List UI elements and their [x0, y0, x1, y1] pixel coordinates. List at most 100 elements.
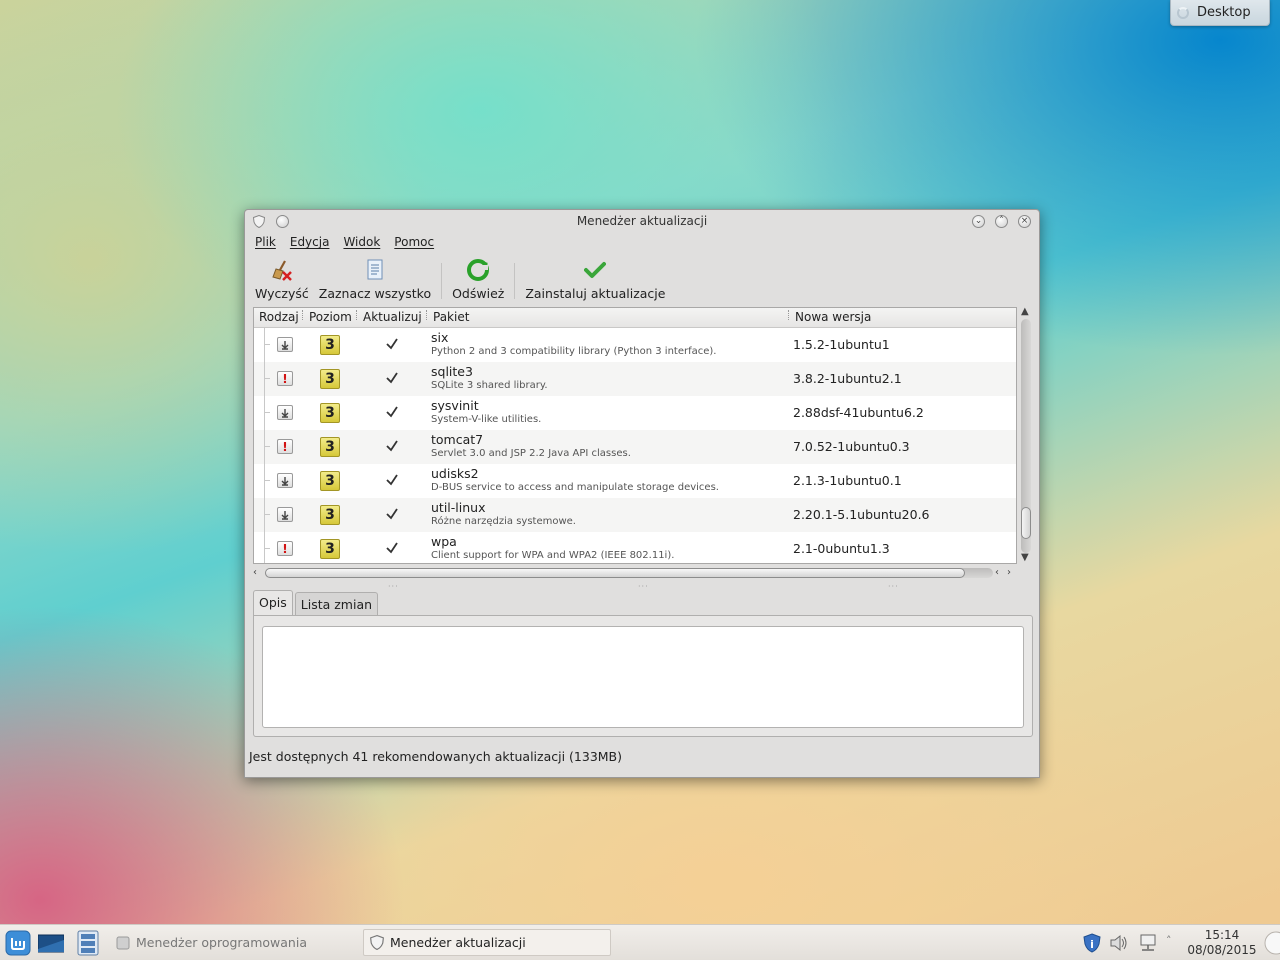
install-updates-button[interactable]: Zainstaluj aktualizacje [521, 257, 669, 301]
clock-date: 08/08/2015 [1187, 943, 1257, 957]
column-nowa-wersja[interactable]: Nowa wersja [795, 310, 871, 324]
column-separator [302, 310, 304, 320]
tree-branch [264, 344, 270, 345]
table-row[interactable]: 3 udisks2 D-BUS service to access and mani… [254, 464, 1016, 498]
update-checkbox[interactable] [384, 404, 400, 420]
scroll-down-arrow-icon[interactable]: ▼ [1021, 553, 1029, 563]
updates-list[interactable]: Rodzaj Poziom Aktualizuj Pakiet Nowa wer… [253, 307, 1017, 564]
package-new-version: 2.1.3-1ubuntu0.1 [793, 473, 902, 488]
tab-lista-zmian[interactable]: Lista zmian [294, 592, 379, 616]
package-name: udisks2 [431, 466, 479, 481]
update-manager-window: Menedżer aktualizacji ⌄ ˄ × Plik Edycja … [244, 209, 1040, 778]
show-desktop-icon[interactable] [38, 930, 64, 956]
menu-widok[interactable]: Widok [343, 235, 380, 253]
description-text-area[interactable] [262, 626, 1024, 728]
package-description: Client support for WPA and WPA2 (IEEE 80… [431, 550, 675, 561]
task-update-manager[interactable]: Menedżer aktualizacji [363, 929, 611, 956]
update-checkbox[interactable] [384, 540, 400, 556]
clear-button[interactable]: Wyczyść [251, 257, 313, 301]
table-row[interactable]: ! 3 wpa Client support for WPA and WPA2 (IE… [254, 532, 1016, 563]
list-header: Rodzaj Poziom Aktualizuj Pakiet Nowa wer… [254, 308, 1016, 328]
column-aktualizuj[interactable]: Aktualizuj [363, 310, 422, 324]
clock[interactable]: 15:14 08/08/2015 [1186, 928, 1258, 958]
column-separator [426, 310, 428, 320]
level-badge: 3 [320, 335, 340, 355]
horizontal-scrollbar[interactable]: ‹ ‹ › [253, 566, 1019, 580]
table-row[interactable]: 3 sysvinit System-V-like utilities. 2.88dsf… [254, 396, 1016, 430]
package-name: tomcat7 [431, 432, 484, 447]
package-update-icon [277, 405, 293, 420]
refresh-button[interactable]: Odśwież [448, 257, 508, 301]
tab-opis[interactable]: Opis [253, 590, 293, 616]
menu-plik[interactable]: Plik [255, 235, 276, 253]
package-new-version: 1.5.2-1ubuntu1 [793, 337, 890, 352]
maximize-button[interactable]: ˄ [995, 215, 1008, 228]
tree-line [264, 362, 265, 396]
table-row[interactable]: 3 util-linux Różne narzędzia systemowe. 2.2… [254, 498, 1016, 532]
scroll-right-arrow-icon[interactable]: › [1007, 568, 1011, 578]
table-row[interactable]: ! 3 tomcat7 Servlet 3.0 and JSP 2.2 Java AP… [254, 430, 1016, 464]
mint-menu-icon[interactable] [5, 930, 31, 956]
tray-expand-icon[interactable]: ˄ [1166, 934, 1172, 947]
package-description: Servlet 3.0 and JSP 2.2 Java API classes… [431, 448, 631, 459]
desktop-widget-label: Desktop [1197, 5, 1251, 20]
close-button[interactable]: × [1018, 215, 1031, 228]
scroll-up-arrow-icon[interactable]: ▲ [1021, 307, 1029, 317]
select-all-button[interactable]: Zaznacz wszystko [315, 257, 435, 301]
update-checkbox[interactable] [384, 336, 400, 352]
package-update-icon [277, 507, 293, 522]
titlebar[interactable]: Menedżer aktualizacji ⌄ ˄ × [245, 210, 1039, 233]
tree-branch [264, 548, 270, 549]
update-checkbox[interactable] [384, 438, 400, 454]
splitter-handle[interactable]: ··· [638, 582, 649, 591]
update-checkbox[interactable] [384, 370, 400, 386]
tree-line [264, 430, 265, 464]
volume-icon[interactable] [1109, 933, 1129, 953]
update-checkbox[interactable] [384, 472, 400, 488]
refresh-label: Odśwież [452, 286, 505, 301]
network-icon[interactable] [1138, 933, 1158, 953]
menubar: Plik Edycja Widok Pomoc [255, 235, 434, 253]
minimize-button[interactable]: ⌄ [972, 215, 985, 228]
package-new-version: 2.20.1-5.1ubuntu20.6 [793, 507, 930, 522]
update-checkbox[interactable] [384, 506, 400, 522]
clear-label: Wyczyść [255, 286, 309, 301]
package-name: six [431, 330, 449, 345]
tab-panel [253, 615, 1033, 737]
menu-edycja[interactable]: Edycja [290, 235, 330, 253]
clock-time: 15:14 [1204, 928, 1240, 942]
package-description: Różne narzędzia systemowe. [431, 516, 576, 527]
tree-line [264, 464, 265, 498]
package-update-icon [277, 473, 293, 488]
file-manager-icon[interactable] [75, 930, 101, 956]
toolbar-separator-2 [514, 263, 516, 299]
task-software-manager[interactable]: Menedżer oprogramowania [110, 929, 355, 956]
package-name: wpa [431, 534, 457, 549]
update-shield-info-icon[interactable]: i [1082, 933, 1102, 953]
table-row[interactable]: ! 3 sqlite3 SQLite 3 shared library. 3.8.2-1… [254, 362, 1016, 396]
vertical-scroll-thumb[interactable] [1021, 507, 1031, 539]
vertical-scrollbar[interactable]: ▲ ▼ [1019, 307, 1033, 565]
splitter-handle[interactable]: ··· [388, 582, 399, 591]
panel-toolbox-icon[interactable] [1262, 931, 1280, 955]
desktop-widget[interactable]: Desktop [1170, 0, 1270, 26]
column-poziom[interactable]: Poziom [309, 310, 352, 324]
column-rodzaj[interactable]: Rodzaj [259, 310, 299, 324]
column-separator [788, 310, 790, 320]
level-badge: 3 [320, 369, 340, 389]
package-update-icon [277, 337, 293, 352]
tree-branch [264, 378, 270, 379]
menu-pomoc[interactable]: Pomoc [394, 235, 434, 253]
column-pakiet[interactable]: Pakiet [433, 310, 469, 324]
package-new-version: 2.88dsf-41ubuntu6.2 [793, 405, 924, 420]
splitter-handle[interactable]: ··· [888, 582, 899, 591]
table-row[interactable]: 3 six Python 2 and 3 compatibility library… [254, 328, 1016, 362]
package-new-version: 3.8.2-1ubuntu2.1 [793, 371, 902, 386]
scroll-left-arrow-icon[interactable]: ‹ [253, 568, 257, 578]
scroll-left-small-arrow-icon[interactable]: ‹ [995, 568, 999, 578]
tree-branch [264, 514, 270, 515]
desktop-spinner-icon [1177, 6, 1189, 19]
horizontal-scroll-thumb[interactable] [265, 568, 965, 578]
package-description: SQLite 3 shared library. [431, 380, 548, 391]
window-title: Menedżer aktualizacji [576, 214, 708, 228]
